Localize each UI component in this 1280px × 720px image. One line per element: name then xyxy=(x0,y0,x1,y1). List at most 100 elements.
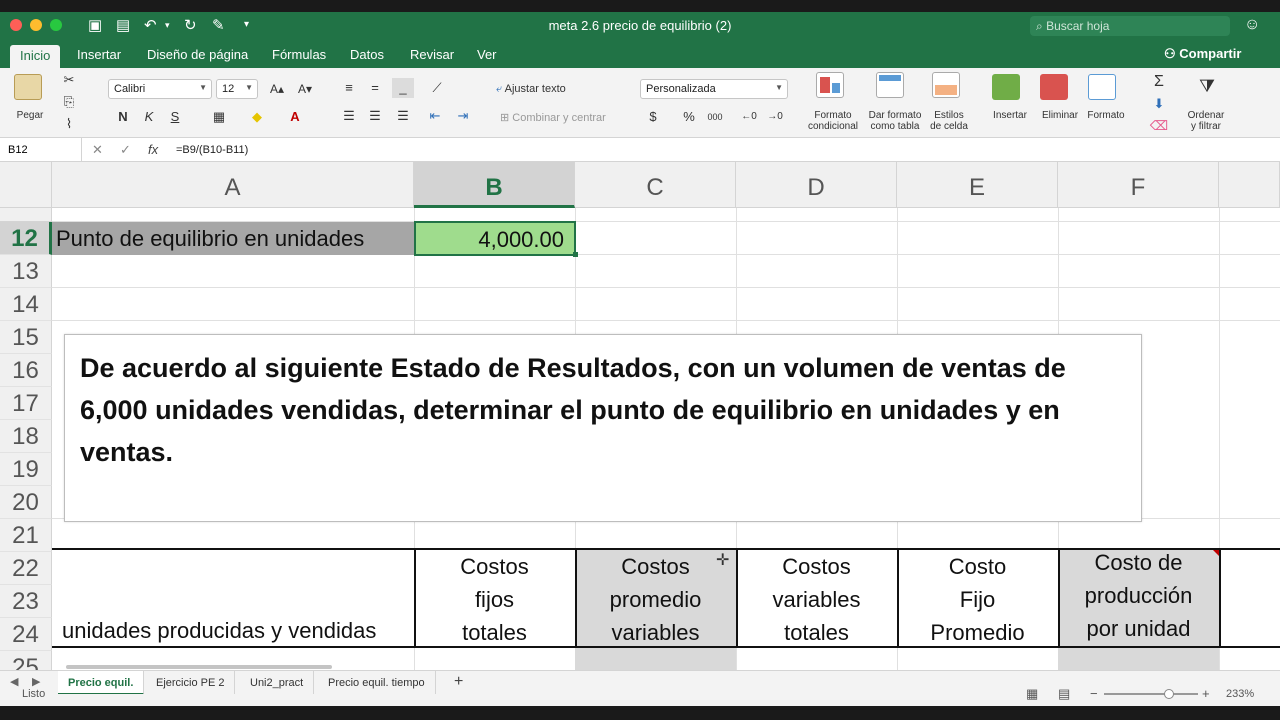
header-costos-fijos-totales[interactable]: Costos fijos totales xyxy=(414,550,575,649)
tab-diseno-de-pagina[interactable]: Diseño de página xyxy=(147,47,248,62)
tab-insertar[interactable]: Insertar xyxy=(77,47,121,62)
increase-font-icon[interactable]: A▴ xyxy=(266,79,288,99)
row-header-14[interactable]: 14 xyxy=(0,288,52,321)
share-button[interactable]: ⚇ Compartir xyxy=(1164,46,1241,62)
column-header-c[interactable]: C xyxy=(575,162,736,208)
wrap-text-button[interactable]: ⤶ Ajustar texto xyxy=(496,83,566,96)
header-costo-fijo-promedio[interactable]: Costo Fijo Promedio xyxy=(897,550,1058,649)
thousands-button[interactable]: 000 xyxy=(704,107,726,127)
row-header-21[interactable]: 21 xyxy=(0,519,52,552)
increase-decimal-icon[interactable]: ←0 xyxy=(738,107,760,127)
normal-view-icon[interactable]: ▦ xyxy=(1026,686,1038,702)
insert-cells-icon[interactable] xyxy=(992,74,1020,100)
column-header-d[interactable]: D xyxy=(736,162,897,208)
row-header-12[interactable]: 12 xyxy=(0,222,52,255)
select-all-corner[interactable] xyxy=(0,162,52,208)
orientation-icon[interactable]: ⟋ xyxy=(426,78,448,98)
row-header-15[interactable]: 15 xyxy=(0,321,52,354)
format-as-table-icon[interactable] xyxy=(876,72,904,98)
format-cells-icon[interactable] xyxy=(1088,74,1116,100)
sheet-tab-precio-equil-tiempo[interactable]: Precio equil. tiempo xyxy=(318,671,436,695)
cut-icon[interactable]: ✂ xyxy=(58,70,80,90)
paste-icon[interactable] xyxy=(14,74,42,100)
tab-formulas[interactable]: Fórmulas xyxy=(272,47,326,62)
cell-a24[interactable]: unidades producidas y vendidas xyxy=(62,618,376,644)
align-right-icon[interactable]: ☰ xyxy=(392,106,414,126)
align-top-icon[interactable]: ≡ xyxy=(338,78,360,98)
underline-button[interactable]: S xyxy=(164,107,186,127)
currency-button[interactable]: $ xyxy=(642,107,664,127)
row-header-24[interactable]: 24 xyxy=(0,618,52,651)
row-header-19[interactable]: 19 xyxy=(0,453,52,486)
row-header-13[interactable]: 13 xyxy=(0,255,52,288)
sheet-tab-uni2-pract[interactable]: Uni2_pract xyxy=(240,671,315,695)
tab-datos[interactable]: Datos xyxy=(350,47,384,62)
horizontal-scrollbar[interactable] xyxy=(66,665,332,669)
column-header-f[interactable]: F xyxy=(1058,162,1219,208)
zoom-in-icon[interactable]: + xyxy=(1202,686,1210,701)
conditional-format-icon[interactable] xyxy=(816,72,844,98)
function-icon[interactable]: fx xyxy=(148,142,158,157)
copy-icon[interactable]: ⎘ xyxy=(58,92,80,112)
delete-cells-icon[interactable] xyxy=(1040,74,1068,100)
merge-center-button[interactable]: ⊞ Combinar y centrar xyxy=(500,111,606,124)
borders-icon[interactable]: ▦ xyxy=(208,107,230,127)
decrease-indent-icon[interactable]: ⇤ xyxy=(424,106,446,126)
name-box[interactable]: B12 xyxy=(0,138,82,162)
column-header-e[interactable]: E xyxy=(897,162,1058,208)
increase-indent-icon[interactable]: ⇥ xyxy=(452,106,474,126)
header-costos-promedio-variables[interactable]: Costos promedio variables xyxy=(575,550,736,649)
number-format-select[interactable]: Personalizada ▼ xyxy=(640,79,788,99)
comment-indicator[interactable] xyxy=(1213,550,1219,556)
zoom-slider[interactable] xyxy=(1104,689,1198,699)
tab-inicio[interactable]: Inicio xyxy=(10,45,61,68)
confirm-icon[interactable]: ✓ xyxy=(120,142,131,158)
align-middle-icon[interactable]: = xyxy=(364,78,386,98)
row-header-25[interactable]: 25 xyxy=(0,651,52,670)
font-color-icon[interactable]: A xyxy=(284,107,306,127)
align-center-icon[interactable]: ☰ xyxy=(364,106,386,126)
fill-color-icon[interactable]: ◆ xyxy=(246,107,268,127)
format-painter-icon[interactable]: ⌇ xyxy=(58,114,80,134)
header-costos-variables-totales[interactable]: Costos variables totales xyxy=(736,550,897,649)
row-header-16[interactable]: 16 xyxy=(0,354,52,387)
prev-sheet-icon[interactable]: ◀ xyxy=(10,675,18,688)
row-header-20[interactable]: 20 xyxy=(0,486,52,519)
zoom-level[interactable]: 233% xyxy=(1226,688,1254,700)
italic-button[interactable]: K xyxy=(138,107,160,127)
fill-handle[interactable] xyxy=(573,252,578,257)
tab-revisar[interactable]: Revisar xyxy=(410,47,454,62)
row-header-22[interactable]: 22 xyxy=(0,552,52,585)
row-header-17[interactable]: 17 xyxy=(0,387,52,420)
decrease-decimal-icon[interactable]: →0 xyxy=(764,107,786,127)
bold-button[interactable]: N xyxy=(112,107,134,127)
cancel-icon[interactable]: ✕ xyxy=(92,142,103,158)
autosum-icon[interactable]: Σ xyxy=(1148,72,1170,92)
align-left-icon[interactable]: ☰ xyxy=(338,106,360,126)
feedback-icon[interactable]: ☺ xyxy=(1244,16,1260,34)
decrease-font-icon[interactable]: A▾ xyxy=(294,79,316,99)
column-header-a[interactable]: A xyxy=(52,162,414,208)
row-header-11[interactable] xyxy=(0,208,52,222)
column-header-b[interactable]: B xyxy=(414,162,575,208)
cell-a12[interactable]: Punto de equilibrio en unidades xyxy=(52,222,414,255)
font-name-select[interactable]: Calibri ▼ xyxy=(108,79,212,99)
tab-ver[interactable]: Ver xyxy=(477,47,497,62)
add-sheet-icon[interactable]: + xyxy=(454,673,463,691)
row-header-23[interactable]: 23 xyxy=(0,585,52,618)
cell-b12[interactable]: 4,000.00 xyxy=(414,221,576,256)
search-sheet-input[interactable]: ⌕ Buscar hoja xyxy=(1030,16,1230,36)
zoom-slider-thumb[interactable] xyxy=(1164,689,1174,699)
sheet-tab-ejercicio-pe2[interactable]: Ejercicio PE 2 xyxy=(146,671,236,695)
font-size-select[interactable]: 12 ▼ xyxy=(216,79,258,99)
sheet-tab-precio-equil[interactable]: Precio equil. xyxy=(58,671,145,695)
row-header-18[interactable]: 18 xyxy=(0,420,52,453)
column-header-g[interactable] xyxy=(1219,162,1280,208)
clear-icon[interactable]: ⌫ xyxy=(1148,116,1170,136)
next-sheet-icon[interactable]: ▶ xyxy=(32,675,40,688)
align-bottom-icon[interactable]: _ xyxy=(392,78,414,98)
page-layout-icon[interactable]: ▤ xyxy=(1058,686,1070,702)
percent-button[interactable]: % xyxy=(678,107,700,127)
instruction-textbox[interactable]: De acuerdo al siguiente Estado de Result… xyxy=(64,334,1142,522)
formula-input[interactable]: =B9/(B10-B11) xyxy=(176,144,248,156)
